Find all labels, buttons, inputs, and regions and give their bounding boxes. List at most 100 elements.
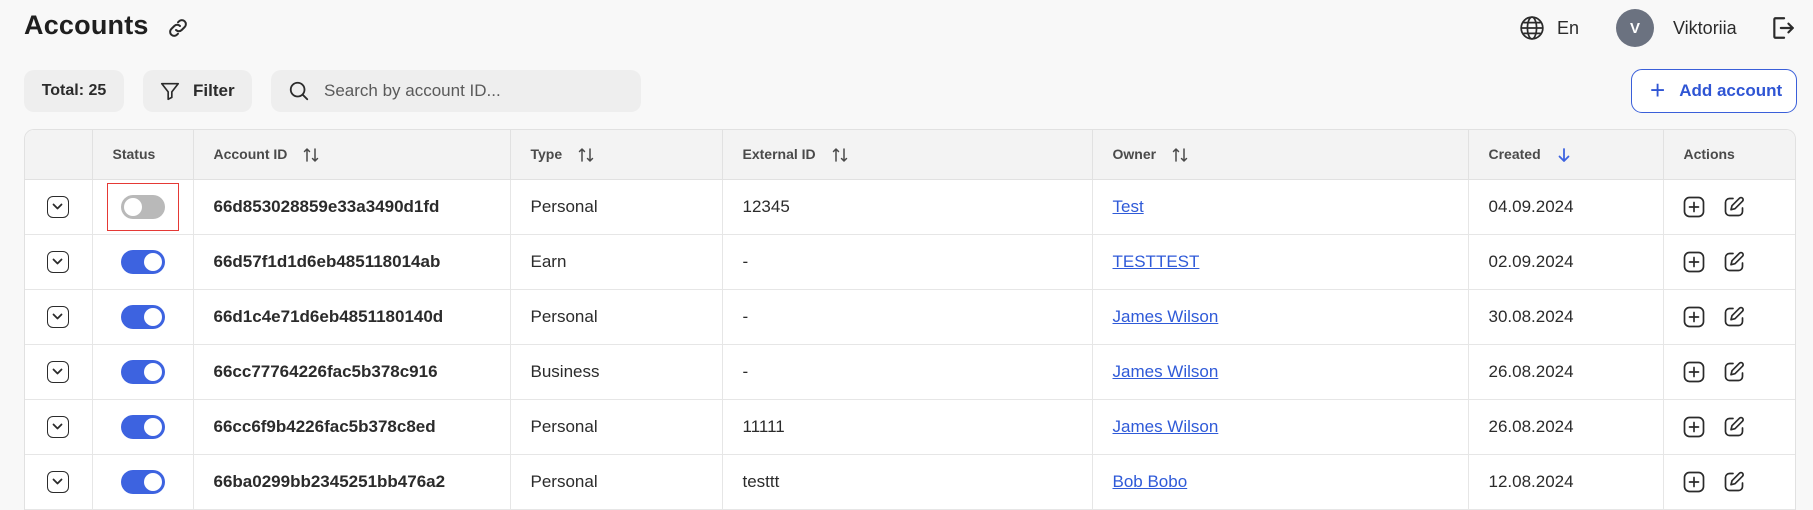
- table-row: 66d853028859e33a3490d1fd Personal 12345 Tes…: [25, 179, 1795, 235]
- type-cell: Personal: [510, 399, 723, 455]
- add-account-button[interactable]: + Add account: [1631, 69, 1797, 113]
- logout-icon[interactable]: [1770, 15, 1796, 41]
- owner-link[interactable]: Test: [1113, 197, 1144, 216]
- status-toggle-wrapper: [107, 238, 179, 286]
- plus-square-icon[interactable]: [1682, 195, 1706, 219]
- owner-link[interactable]: Bob Bobo: [1113, 472, 1188, 491]
- chevron-down-icon[interactable]: [47, 195, 70, 218]
- status-toggle[interactable]: [120, 304, 165, 329]
- link-icon[interactable]: [166, 16, 190, 40]
- sort-icon[interactable]: [303, 147, 319, 163]
- plus-square-icon[interactable]: [1682, 415, 1706, 439]
- owner-cell: Bob Bobo: [1092, 454, 1469, 510]
- chevron-down-icon[interactable]: [47, 360, 70, 383]
- type-cell: Personal: [510, 454, 723, 510]
- status-toggle[interactable]: [120, 359, 165, 384]
- user-name[interactable]: Viktoriia: [1673, 18, 1737, 39]
- sort-icon[interactable]: [832, 147, 848, 163]
- plus-square-icon[interactable]: [1682, 305, 1706, 329]
- actions-cell: [1663, 344, 1795, 400]
- owner-link[interactable]: James Wilson: [1113, 362, 1219, 381]
- search-icon: [289, 81, 309, 101]
- owner-cell: James Wilson: [1092, 344, 1469, 400]
- edit-icon[interactable]: [1722, 470, 1746, 494]
- type-cell: Earn: [510, 234, 723, 290]
- status-toggle-wrapper: [107, 458, 179, 506]
- created-cell: 26.08.2024: [1468, 399, 1664, 455]
- plus-square-icon[interactable]: [1682, 360, 1706, 384]
- table-row: 66ba0299bb2345251bb476a2 Personal testtt Bo…: [25, 454, 1795, 510]
- status-toggle[interactable]: [120, 469, 165, 494]
- sort-icon[interactable]: [1172, 147, 1188, 163]
- status-toggle-wrapper: [106, 182, 179, 231]
- status-cell: [92, 399, 194, 455]
- type-cell: Personal: [510, 179, 723, 235]
- type-cell: Business: [510, 344, 723, 400]
- owner-link[interactable]: James Wilson: [1113, 307, 1219, 326]
- globe-icon[interactable]: [1519, 15, 1545, 41]
- external-id-cell: testtt: [722, 454, 1093, 510]
- status-toggle[interactable]: [120, 414, 165, 439]
- owner-cell: Test: [1092, 179, 1469, 235]
- filter-button[interactable]: Filter: [143, 70, 252, 112]
- chevron-down-icon[interactable]: [47, 415, 70, 438]
- edit-icon[interactable]: [1722, 250, 1746, 274]
- table-header-row: Status Account ID Type External ID Owner…: [25, 130, 1795, 180]
- avatar[interactable]: V: [1616, 9, 1654, 47]
- chevron-down-icon[interactable]: [47, 250, 70, 273]
- column-header-external-id-label: External ID: [742, 145, 816, 162]
- plus-square-icon[interactable]: [1682, 470, 1706, 494]
- actions-cell: [1663, 234, 1795, 290]
- external-id-cell: -: [722, 289, 1093, 345]
- account-id-cell: 66cc77764226fac5b378c916: [193, 344, 511, 400]
- column-header-type[interactable]: Type: [510, 130, 723, 180]
- language-selector[interactable]: En: [1557, 18, 1579, 39]
- created-cell: 12.08.2024: [1468, 454, 1664, 510]
- filter-icon: [160, 82, 180, 101]
- status-toggle[interactable]: [120, 194, 165, 219]
- owner-link[interactable]: TESTTEST: [1113, 252, 1200, 271]
- expand-cell: [25, 454, 93, 510]
- chevron-down-icon[interactable]: [47, 305, 70, 328]
- sort-icon[interactable]: [578, 147, 594, 163]
- expand-cell: [25, 344, 93, 400]
- search-box[interactable]: [271, 70, 641, 112]
- column-header-expand: [25, 130, 93, 180]
- created-cell: 02.09.2024: [1468, 234, 1664, 290]
- accounts-table: Status Account ID Type External ID Owner…: [24, 129, 1796, 510]
- edit-icon[interactable]: [1722, 305, 1746, 329]
- edit-icon[interactable]: [1722, 360, 1746, 384]
- column-header-actions-label: Actions: [1683, 146, 1735, 163]
- column-header-account-id-label: Account ID: [213, 145, 288, 162]
- column-header-created[interactable]: Created: [1468, 130, 1664, 180]
- status-cell: [92, 454, 194, 510]
- column-header-type-label: Type: [530, 145, 563, 162]
- status-toggle[interactable]: [120, 249, 165, 274]
- owner-link[interactable]: James Wilson: [1113, 417, 1219, 436]
- account-id-cell: 66d57f1d1d6eb485118014ab: [193, 234, 511, 290]
- chevron-down-icon[interactable]: [47, 470, 70, 493]
- edit-icon[interactable]: [1722, 415, 1746, 439]
- actions-cell: [1663, 454, 1795, 510]
- search-input[interactable]: [324, 81, 624, 101]
- column-header-created-label: Created: [1488, 145, 1541, 162]
- status-cell: [92, 179, 194, 235]
- status-toggle-wrapper: [107, 348, 179, 396]
- created-cell: 26.08.2024: [1468, 344, 1664, 400]
- account-id-cell: 66cc6f9b4226fac5b378c8ed: [193, 399, 511, 455]
- plus-square-icon[interactable]: [1682, 250, 1706, 274]
- arrow-down-icon[interactable]: [1557, 147, 1571, 163]
- external-id-cell: 12345: [722, 179, 1093, 235]
- total-count-badge: Total: 25: [24, 70, 124, 112]
- edit-icon[interactable]: [1722, 195, 1746, 219]
- toolbar: Total: 25 Filter + Add account: [0, 68, 1813, 114]
- expand-cell: [25, 179, 93, 235]
- owner-cell: James Wilson: [1092, 289, 1469, 345]
- actions-cell: [1663, 399, 1795, 455]
- column-header-owner[interactable]: Owner: [1092, 130, 1469, 180]
- table-row: 66d1c4e71d6eb4851180140d Personal - James W…: [25, 289, 1795, 345]
- status-cell: [92, 344, 194, 400]
- column-header-account-id[interactable]: Account ID: [193, 130, 511, 180]
- column-header-external-id[interactable]: External ID: [722, 130, 1093, 180]
- table-row: 66cc6f9b4226fac5b378c8ed Personal 11111 Jam…: [25, 399, 1795, 455]
